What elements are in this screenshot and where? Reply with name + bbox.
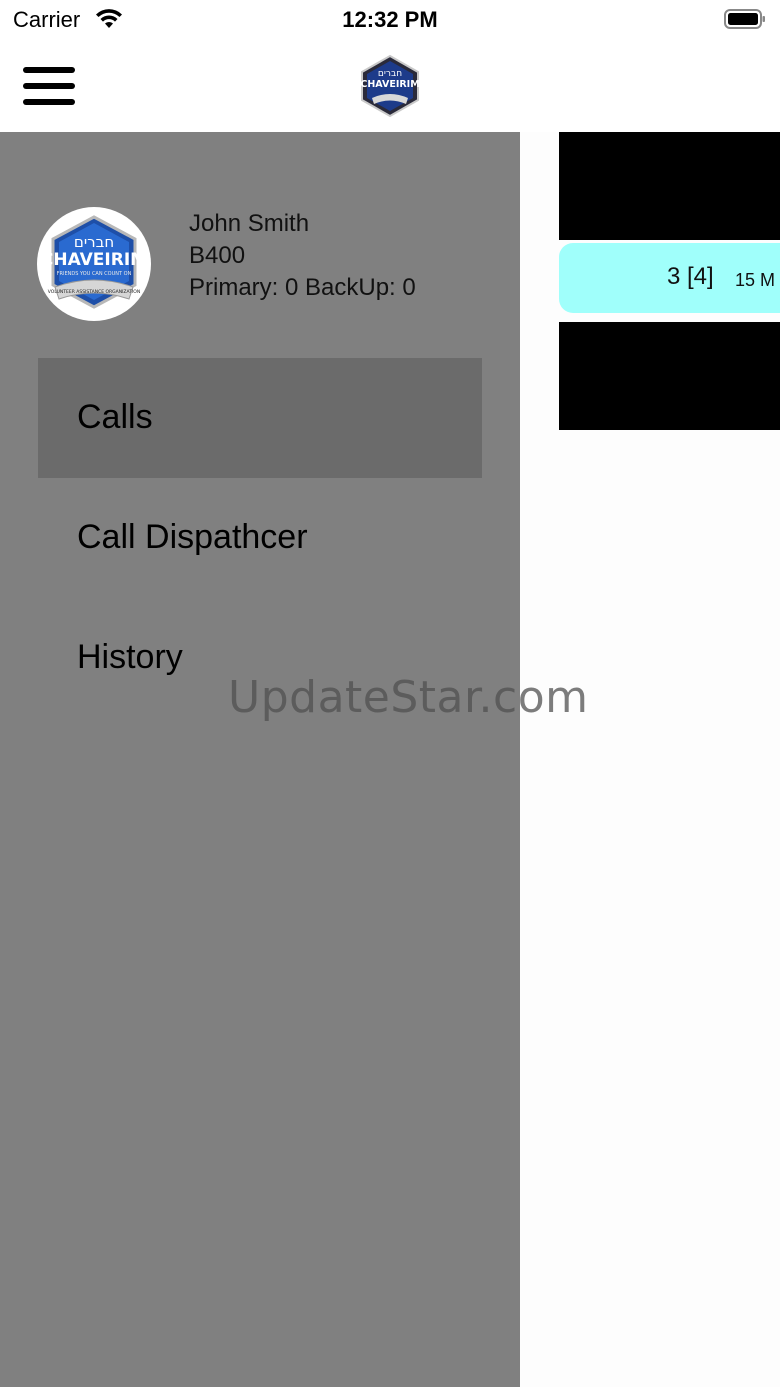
watermark: UpdateStar.com (228, 672, 589, 723)
menu-item-call-dispatcher[interactable]: Call Dispathcer (38, 478, 482, 598)
side-drawer: חברים CHAVEIRIM FRIENDS YOU CAN COUNT ON… (0, 132, 520, 1387)
menu-line (23, 99, 75, 105)
app-logo: חברים CHAVEIRIM (360, 54, 420, 118)
call-time: 15 M (735, 270, 776, 290)
call-card-redacted[interactable] (559, 132, 780, 240)
battery-icon (724, 9, 765, 29)
logo-name: CHAVEIRIM (360, 79, 419, 90)
user-stats: Primary: 0 BackUp: 0 (189, 274, 416, 301)
call-card-redacted[interactable] (559, 322, 780, 430)
logo-hebrew: חברים (378, 69, 402, 79)
user-info: John Smith B400 Primary: 0 BackUp: 0 (189, 208, 416, 304)
avatar-logo-hebrew: חברים (74, 233, 114, 251)
avatar-logo-banner: VOLUNTEER ASSISTANCE ORGANIZATION (48, 289, 140, 295)
menu-item-calls[interactable]: Calls (38, 358, 482, 478)
menu-item-label: Call Dispathcer (77, 518, 308, 556)
hamburger-menu-icon[interactable] (23, 67, 77, 107)
chaveirim-logo-icon: חברים CHAVEIRIM FRIENDS YOU CAN COUNT ON… (38, 208, 150, 320)
menu-line (23, 83, 75, 89)
call-count: 3 [4] (667, 263, 714, 290)
navigation-bar: חברים CHAVEIRIM (0, 40, 780, 132)
user-unit: B400 (189, 242, 246, 269)
menu-item-label: History (77, 638, 183, 676)
call-card[interactable]: 3 [4] 15 M (559, 243, 780, 313)
menu-item-label: Calls (77, 398, 153, 436)
calls-list: 3 [4] 15 M (520, 132, 780, 1387)
menu-line (23, 67, 75, 73)
avatar: חברים CHAVEIRIM FRIENDS YOU CAN COUNT ON… (37, 207, 151, 321)
clock: 12:32 PM (342, 7, 438, 32)
avatar-logo-tagline: FRIENDS YOU CAN COUNT ON (57, 271, 132, 277)
avatar-logo-name: CHAVEIRIM (41, 250, 147, 270)
user-name: John Smith (189, 210, 310, 237)
status-bar: Carrier 12:32 PM (0, 0, 780, 40)
